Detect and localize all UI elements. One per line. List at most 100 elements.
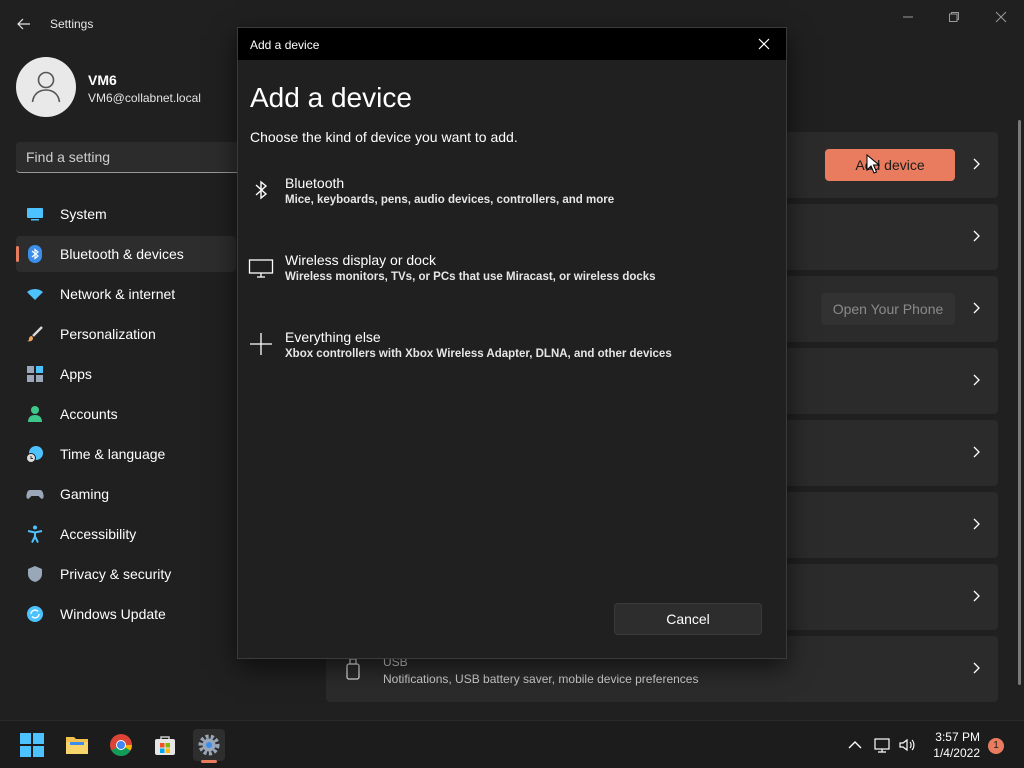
chevron-right-icon [973,518,980,530]
accessibility-icon [27,525,43,543]
close-icon [758,38,770,50]
chevron-right-icon [973,446,980,458]
wifi-icon [27,289,43,300]
sidebar-item-bluetooth-devices[interactable]: Bluetooth & devices [16,236,236,272]
close-icon [995,11,1007,23]
user-email: VM6@collabnet.local [88,91,201,105]
restore-icon [949,12,959,22]
sidebar-item-label: Time & language [60,446,166,462]
sidebar-item-time-language[interactable]: Time & language [16,436,236,472]
sidebar-item-accounts[interactable]: Accounts [16,396,236,432]
option-everything-else[interactable]: Everything else Xbox controllers with Xb… [242,327,782,385]
sidebar-item-label: System [60,206,107,222]
gamepad-icon [26,490,44,499]
sidebar-item-system[interactable]: System [16,196,236,232]
store-button[interactable] [149,729,181,761]
settings-button[interactable] [193,729,225,761]
option-title: Bluetooth [285,175,345,191]
chevron-right-icon [973,230,980,242]
sidebar-item-label: Gaming [60,486,110,502]
chevron-right-icon [973,158,980,170]
chrome-icon [110,734,132,756]
chevron-right-icon [973,302,980,314]
update-icon [27,606,43,622]
app-title: Settings [50,17,94,31]
sidebar-item-label: Windows Update [60,606,166,622]
sidebar-item-label: Bluetooth & devices [60,246,184,262]
dialog-title: Add a device [250,38,320,52]
sidebar-item-personalization[interactable]: Personalization [16,316,236,352]
scrollbar[interactable] [1018,120,1021,685]
dialog-subtitle: Choose the kind of device you want to ad… [250,129,518,145]
clock-time[interactable]: 3:57 PM [935,730,980,744]
option-title: Everything else [285,329,381,345]
usb-icon [346,658,360,680]
sidebar-item-accessibility[interactable]: Accessibility [16,516,236,552]
folder-icon [66,737,88,754]
network-icon[interactable] [873,736,891,754]
chevron-up-icon[interactable] [846,736,864,754]
usb-description: Notifications, USB battery saver, mobile… [383,672,699,686]
cancel-button[interactable]: Cancel [614,603,762,635]
active-indicator [16,246,19,262]
sidebar-item-network[interactable]: Network & internet [16,276,236,312]
dialog-heading: Add a device [250,82,412,113]
sidebar-item-label: Apps [60,366,92,382]
mouse-cursor-icon [866,154,880,174]
active-app-indicator [201,760,217,763]
sidebar-item-label: Accessibility [60,526,137,542]
system-icon [27,208,43,221]
windows-logo-icon [20,733,44,757]
add-device-dialog: Add a device Add a device Choose the kin… [237,27,787,659]
option-bluetooth[interactable]: Bluetooth Mice, keyboards, pens, audio d… [242,173,782,231]
sidebar-item-apps[interactable]: Apps [16,356,236,392]
file-explorer-button[interactable] [61,729,93,761]
volume-icon[interactable] [898,736,916,754]
option-description: Xbox controllers with Xbox Wireless Adap… [285,348,672,360]
sidebar-item-windows-update[interactable]: Windows Update [16,596,236,632]
open-your-phone-button[interactable]: Open Your Phone [821,293,955,325]
chevron-right-icon [973,590,980,602]
search-box[interactable] [16,142,256,173]
sidebar-item-label: Privacy & security [60,566,172,582]
taskbar: 3:57 PM 1/4/2022 1 [0,720,1024,768]
restore-button[interactable] [931,6,977,28]
add-device-button[interactable]: Add device [825,149,955,181]
chrome-button[interactable] [105,729,137,761]
minimize-button[interactable] [885,6,931,28]
bluetooth-icon [28,245,42,263]
sidebar-item-privacy-security[interactable]: Privacy & security [16,556,236,592]
sidebar-item-label: Personalization [60,326,156,342]
bluetooth-icon [255,180,268,200]
option-wireless-display[interactable]: Wireless display or dock Wireless monito… [242,250,782,308]
notification-badge[interactable]: 1 [988,738,1004,754]
clock-globe-icon [26,446,43,463]
minimize-icon [903,16,913,18]
chevron-right-icon [973,662,980,674]
dialog-title-bar: Add a device [238,28,786,60]
search-input[interactable] [26,149,226,165]
back-arrow-icon [17,18,30,30]
dialog-close-button[interactable] [750,30,778,58]
clock-date[interactable]: 1/4/2022 [933,746,980,760]
accounts-icon [28,406,42,422]
back-button[interactable] [12,12,36,36]
sidebar-item-label: Network & internet [60,286,176,302]
monitor-icon [248,259,274,278]
apps-icon [27,366,43,382]
person-icon [31,71,61,103]
option-description: Wireless monitors, TVs, or PCs that use … [285,271,656,283]
close-window-button[interactable] [978,6,1024,28]
option-description: Mice, keyboards, pens, audio devices, co… [285,194,615,206]
sidebar-item-label: Accounts [60,406,118,422]
user-name: VM6 [88,72,117,88]
avatar[interactable] [16,57,76,117]
shield-icon [28,566,42,582]
plus-icon [250,333,272,355]
sidebar-item-gaming[interactable]: Gaming [16,476,236,512]
store-icon [155,736,175,755]
chevron-right-icon [973,374,980,386]
start-button[interactable] [16,729,48,761]
gear-icon [198,734,220,756]
brush-icon [27,326,43,342]
